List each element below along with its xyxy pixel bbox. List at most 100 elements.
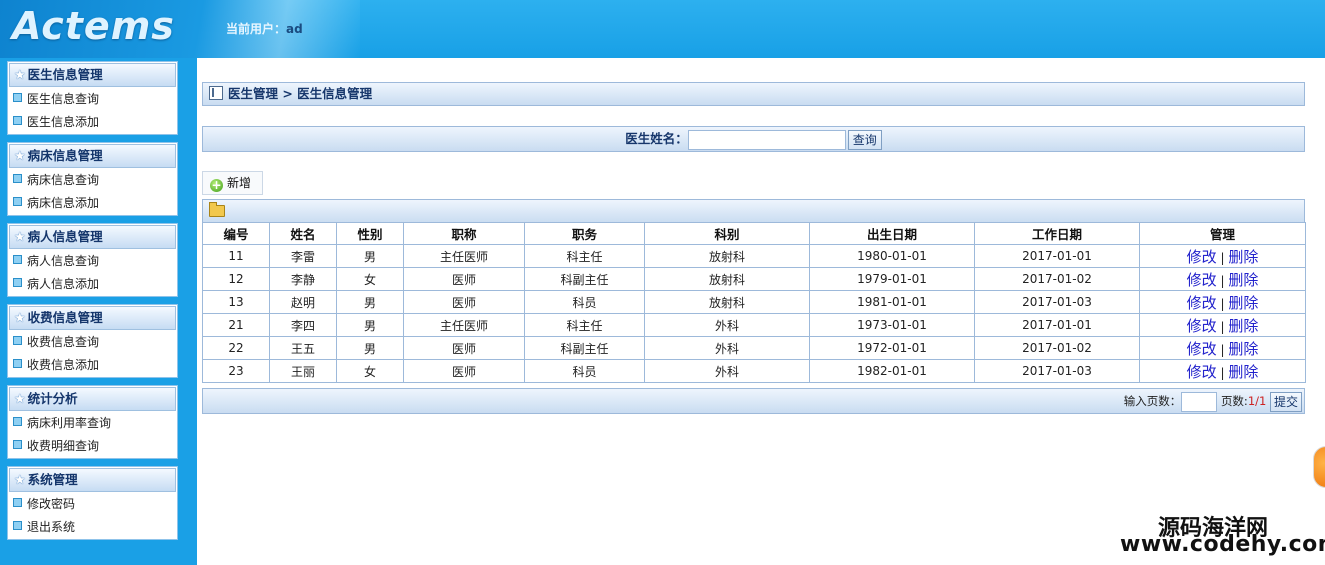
- watermark-url: www.codehy.com: [1120, 532, 1325, 557]
- cell-id: 21: [202, 313, 270, 337]
- logo-area: Actems: [0, 0, 360, 58]
- menu-item-change-password[interactable]: 修改密码: [8, 493, 177, 516]
- menu-group-doctor: ★ 医生信息管理 医生信息查询 医生信息添加: [7, 61, 178, 135]
- menu-item-fee-query[interactable]: 收费信息查询: [8, 331, 177, 354]
- cell-title: 医师: [403, 267, 525, 291]
- table-row: 13 赵明 男 医师 科员 放射科 1981-01-01 2017-01-03 …: [202, 290, 1306, 314]
- cell-id: 23: [202, 359, 270, 383]
- delete-link[interactable]: 删除: [1228, 271, 1258, 289]
- cell-position: 科员: [524, 359, 645, 383]
- menu-title[interactable]: ★ 统计分析: [9, 387, 176, 411]
- menu-item-label: 病床信息添加: [27, 196, 100, 210]
- menu-item-bed-query[interactable]: 病床信息查询: [8, 169, 177, 192]
- table-row: 23 王丽 女 医师 科员 外科 1982-01-01 2017-01-03 修…: [202, 359, 1306, 383]
- menu-item-doctor-add[interactable]: 医生信息添加: [8, 111, 177, 134]
- delete-link[interactable]: 删除: [1228, 340, 1258, 358]
- menu-item-label: 病床信息查询: [27, 173, 100, 187]
- cell-manage: 修改 | 删除: [1139, 244, 1306, 268]
- menu-group-patient: ★ 病人信息管理 病人信息查询 病人信息添加: [7, 223, 178, 297]
- menu-item-patient-add[interactable]: 病人信息添加: [8, 273, 177, 296]
- menu-item-patient-query[interactable]: 病人信息查询: [8, 250, 177, 273]
- cell-birth-date: 1980-01-01: [809, 244, 975, 268]
- app-logo: Actems: [12, 4, 175, 48]
- edit-link[interactable]: 修改: [1187, 248, 1217, 266]
- cell-position: 科主任: [524, 244, 645, 268]
- edit-link[interactable]: 修改: [1187, 340, 1217, 358]
- menu-title-label: 病人信息管理: [27, 229, 103, 244]
- menu-group-bed: ★ 病床信息管理 病床信息查询 病床信息添加: [7, 142, 178, 216]
- bullet-icon: [13, 174, 22, 183]
- cell-title: 主任医师: [403, 313, 525, 337]
- separator: |: [1220, 296, 1225, 311]
- cell-id: 13: [202, 290, 270, 314]
- cell-id: 11: [202, 244, 270, 268]
- bullet-icon: [13, 278, 22, 287]
- menu-item-logout[interactable]: 退出系统: [8, 516, 177, 539]
- star-icon: ★: [14, 473, 26, 488]
- page-input-label: 输入页数：: [1123, 394, 1182, 408]
- submit-button[interactable]: 提交: [1269, 391, 1302, 412]
- delete-link[interactable]: 删除: [1228, 294, 1258, 312]
- menu-group-system: ★ 系统管理 修改密码 退出系统: [7, 466, 178, 540]
- delete-link[interactable]: 删除: [1228, 363, 1258, 381]
- menu-item-doctor-query[interactable]: 医生信息查询: [8, 88, 177, 111]
- add-button[interactable]: + 新增: [202, 171, 263, 195]
- cell-work-date: 2017-01-01: [974, 244, 1140, 268]
- cell-work-date: 2017-01-02: [974, 336, 1140, 360]
- cell-birth-date: 1981-01-01: [809, 290, 975, 314]
- edit-link[interactable]: 修改: [1187, 317, 1217, 335]
- page-label: 页数:: [1220, 394, 1248, 408]
- search-label: 医生姓名：: [625, 131, 688, 146]
- cell-name: 王丽: [269, 359, 337, 383]
- column-header-birth-date: 出生日期: [809, 222, 975, 245]
- cell-position: 科主任: [524, 313, 645, 337]
- menu-title[interactable]: ★ 收费信息管理: [9, 306, 176, 330]
- cell-position: 科员: [524, 290, 645, 314]
- star-icon: ★: [14, 392, 26, 407]
- cell-department: 放射科: [644, 267, 810, 291]
- menu-item-fee-add[interactable]: 收费信息添加: [8, 354, 177, 377]
- menu-item-label: 收费明细查询: [27, 439, 100, 453]
- menu-item-label: 修改密码: [27, 497, 76, 511]
- bullet-icon: [13, 336, 22, 345]
- menu-item-bed-usage-query[interactable]: 病床利用率查询: [8, 412, 177, 435]
- separator: |: [1220, 365, 1225, 380]
- menu-title[interactable]: ★ 系统管理: [9, 468, 176, 492]
- current-user: 当前用户：ad: [226, 20, 303, 37]
- cell-id: 22: [202, 336, 270, 360]
- cell-title: 主任医师: [403, 244, 525, 268]
- current-user-label: 当前用户：: [226, 22, 287, 36]
- menu-item-bed-add[interactable]: 病床信息添加: [8, 192, 177, 215]
- menu-item-label: 病人信息查询: [27, 254, 100, 268]
- menu-title[interactable]: ★ 医生信息管理: [9, 63, 176, 87]
- search-input[interactable]: [687, 129, 846, 150]
- star-icon: ★: [14, 149, 26, 164]
- edit-link[interactable]: 修改: [1187, 294, 1217, 312]
- menu-title[interactable]: ★ 病床信息管理: [9, 144, 176, 168]
- menu-title[interactable]: ★ 病人信息管理: [9, 225, 176, 249]
- cell-manage: 修改 | 删除: [1139, 290, 1306, 314]
- app-header: Actems 当前用户：ad: [0, 0, 1325, 58]
- cell-gender: 女: [336, 359, 404, 383]
- edit-link[interactable]: 修改: [1187, 363, 1217, 381]
- bullet-icon: [13, 197, 22, 206]
- edit-link[interactable]: 修改: [1187, 271, 1217, 289]
- page-number-input[interactable]: [1181, 391, 1218, 412]
- menu-group-stats: ★ 统计分析 病床利用率查询 收费明细查询: [7, 385, 178, 459]
- cell-department: 外科: [644, 313, 810, 337]
- menu-title-label: 医生信息管理: [27, 67, 103, 82]
- cell-gender: 男: [336, 290, 404, 314]
- menu-item-label: 收费信息添加: [27, 358, 100, 372]
- cell-work-date: 2017-01-03: [974, 290, 1140, 314]
- menu-item-fee-detail-query[interactable]: 收费明细查询: [8, 435, 177, 458]
- folder-icon: [209, 202, 225, 217]
- column-header-title: 职称: [403, 222, 525, 245]
- separator: |: [1220, 273, 1225, 288]
- delete-link[interactable]: 删除: [1228, 317, 1258, 335]
- delete-link[interactable]: 删除: [1228, 248, 1258, 266]
- document-icon: [209, 86, 223, 100]
- floating-badge-icon[interactable]: [1313, 446, 1325, 488]
- search-button[interactable]: 查询: [847, 129, 882, 150]
- bullet-icon: [13, 498, 22, 507]
- column-header-department: 科别: [644, 222, 810, 245]
